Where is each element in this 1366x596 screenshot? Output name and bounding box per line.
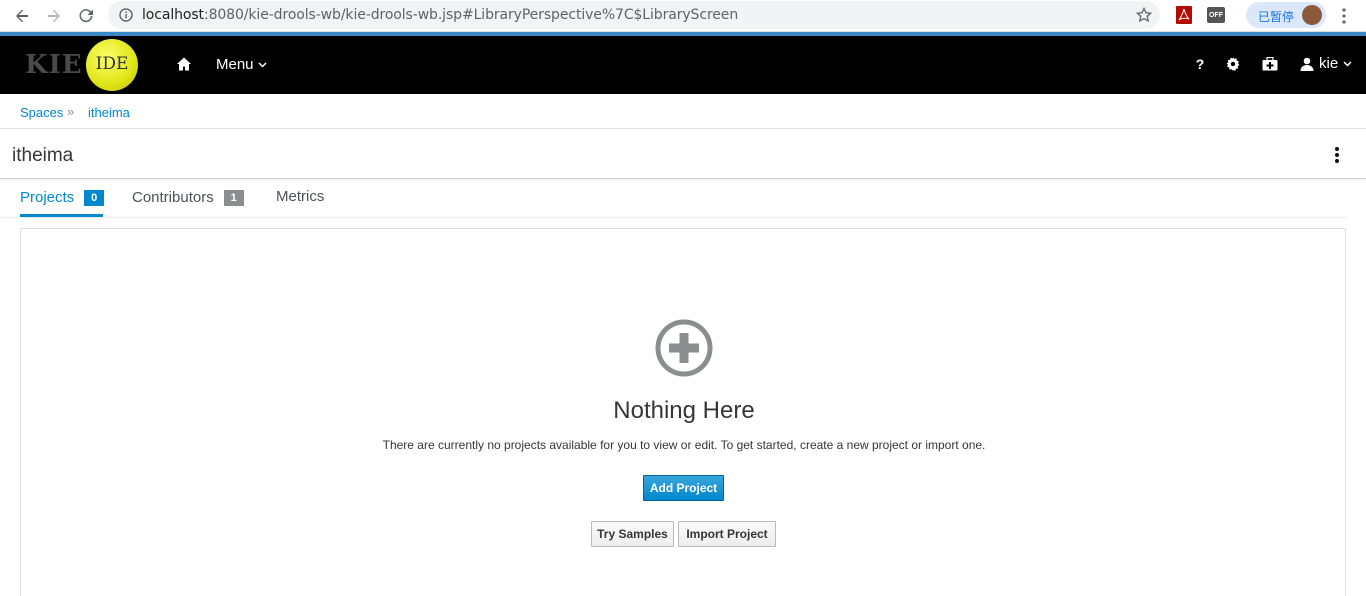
add-circle-icon — [654, 318, 714, 378]
url-path: :8080/kie-drools-wb/kie-drools-wb.jsp#Li… — [203, 7, 739, 23]
tab-projects-label: Projects — [20, 189, 75, 206]
user-dropdown[interactable]: kie — [1300, 55, 1352, 72]
empty-state-text: There are currently no projects availabl… — [382, 438, 986, 452]
chevron-down-icon — [258, 61, 267, 68]
add-project-button[interactable]: Add Project — [643, 475, 724, 501]
menu-dropdown[interactable]: Menu — [216, 56, 267, 73]
browser-menu-icon[interactable] — [1332, 4, 1356, 28]
forward-arrow-icon[interactable] — [42, 4, 66, 28]
gear-icon[interactable] — [1226, 56, 1240, 72]
user-icon — [1300, 57, 1314, 71]
reload-icon[interactable] — [74, 4, 98, 28]
active-tab-indicator — [20, 214, 103, 217]
url-text: localhost:8080/kie-drools-wb/kie-drools-… — [142, 7, 738, 23]
breadcrumb-separator: » — [67, 104, 75, 119]
paused-label: 已暂停 — [1258, 10, 1295, 24]
import-project-button[interactable]: Import Project — [678, 521, 776, 547]
off-extension-icon[interactable]: OFF — [1207, 6, 1225, 24]
menu-label: Menu — [216, 56, 254, 73]
profile-paused-button[interactable]: 已暂停 — [1246, 2, 1326, 28]
tab-metrics[interactable]: Metrics — [276, 188, 324, 205]
help-icon[interactable]: ? — [1194, 56, 1206, 72]
url-host: localhost — [142, 7, 204, 23]
info-icon[interactable] — [119, 8, 133, 22]
contributors-count-badge: 1 — [223, 189, 244, 206]
breadcrumb-spaces[interactable]: Spaces — [20, 105, 63, 120]
tab-bar: Projects 0 Contributors 1 Metrics — [0, 180, 1346, 218]
projects-count-badge: 0 — [84, 189, 105, 206]
home-icon[interactable] — [176, 56, 192, 72]
title-bar: itheima — [0, 129, 1366, 179]
briefcase-plus-icon[interactable] — [1262, 56, 1278, 72]
tab-projects[interactable]: Projects 0 — [20, 189, 105, 206]
user-label: kie — [1319, 55, 1339, 72]
logo-ide-badge[interactable]: IDE — [86, 39, 138, 91]
tab-contributors[interactable]: Contributors 1 — [132, 189, 244, 206]
breadcrumb: Spaces » itheima — [0, 94, 1366, 129]
projects-panel: Nothing Here There are currently no proj… — [20, 228, 1346, 596]
chevron-down-icon — [1343, 60, 1352, 67]
address-bar[interactable]: localhost:8080/kie-drools-wb/kie-drools-… — [108, 1, 1160, 29]
breadcrumb-space-itheima[interactable]: itheima — [88, 105, 130, 120]
app-header: KIE IDE Menu ? kie — [0, 36, 1366, 94]
profile-avatar — [1302, 5, 1322, 25]
page-title: itheima — [12, 145, 74, 166]
empty-state-title: Nothing Here — [613, 397, 755, 424]
bookmark-star-icon[interactable] — [1136, 7, 1152, 23]
logo-kie-text: KIE — [25, 50, 83, 80]
tab-contributors-label: Contributors — [132, 189, 214, 206]
browser-toolbar: localhost:8080/kie-drools-wb/kie-drools-… — [0, 0, 1366, 32]
back-arrow-icon[interactable] — [10, 4, 34, 28]
logo-ide-text: IDE — [95, 54, 129, 74]
try-samples-button[interactable]: Try Samples — [591, 521, 674, 547]
tab-metrics-label: Metrics — [276, 188, 325, 205]
kebab-menu-icon[interactable] — [1333, 147, 1341, 163]
off-extension-label: OFF — [1207, 7, 1225, 23]
pdf-extension-icon[interactable] — [1176, 6, 1192, 24]
